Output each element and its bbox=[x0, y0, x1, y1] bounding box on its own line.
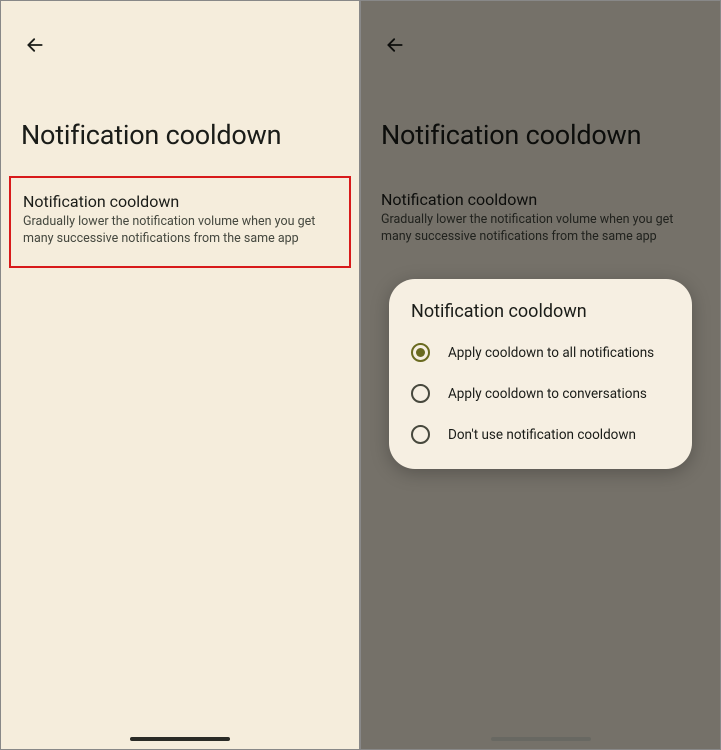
setting-title: Notification cooldown bbox=[23, 192, 337, 211]
radio-icon bbox=[411, 384, 430, 403]
back-arrow-icon bbox=[25, 35, 45, 55]
left-screenshot: Notification cooldown Notification coold… bbox=[0, 0, 360, 750]
radio-label: Apply cooldown to all notifications bbox=[448, 345, 654, 361]
radio-icon bbox=[411, 343, 430, 362]
setting-description: Gradually lower the notification volume … bbox=[23, 214, 337, 248]
dialog-title: Notification cooldown bbox=[389, 301, 692, 332]
navigation-bar-icon bbox=[130, 737, 230, 741]
notification-cooldown-setting[interactable]: Notification cooldown Gradually lower th… bbox=[9, 176, 351, 268]
radio-option-conversations[interactable]: Apply cooldown to conversations bbox=[389, 373, 692, 414]
back-button[interactable] bbox=[19, 29, 51, 61]
right-screenshot: Notification cooldown Notification coold… bbox=[360, 0, 721, 750]
radio-icon bbox=[411, 425, 430, 444]
radio-option-dont-use[interactable]: Don't use notification cooldown bbox=[389, 414, 692, 455]
radio-option-all-notifications[interactable]: Apply cooldown to all notifications bbox=[389, 332, 692, 373]
radio-label: Don't use notification cooldown bbox=[448, 427, 636, 443]
radio-label: Apply cooldown to conversations bbox=[448, 386, 647, 402]
notification-cooldown-dialog: Notification cooldown Apply cooldown to … bbox=[389, 279, 692, 469]
page-title: Notification cooldown bbox=[21, 119, 281, 151]
